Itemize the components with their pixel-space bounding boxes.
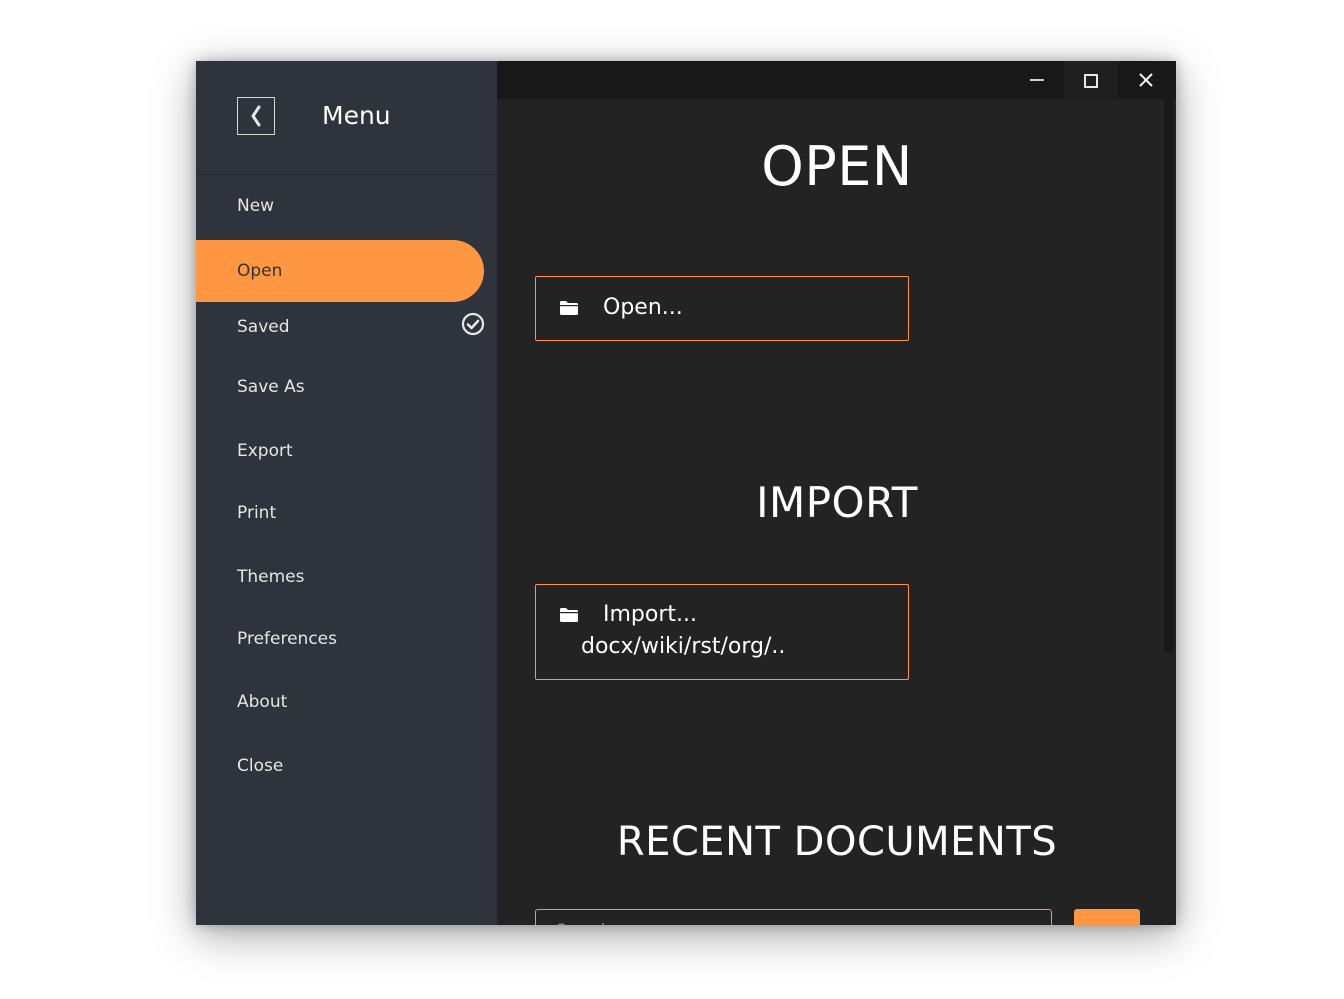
sidebar-item-close[interactable]: Close — [196, 735, 484, 797]
import-button-label: Import... — [603, 602, 697, 627]
back-button[interactable] — [237, 97, 275, 135]
folder-icon — [560, 608, 578, 622]
sidebar-item-themes[interactable]: Themes — [196, 546, 484, 608]
sidebar-item-open[interactable]: Open — [196, 240, 484, 302]
sidebar-item-label: Export — [237, 441, 293, 461]
sidebar-item-print[interactable]: Print — [196, 482, 484, 544]
sidebar-item-preferences[interactable]: Preferences — [196, 608, 484, 670]
open-section-title: OPEN — [761, 135, 913, 198]
recent-documents-title: RECENT DOCUMENTS — [616, 819, 1058, 865]
sidebar-item-label: Close — [237, 756, 284, 776]
sidebar-item-label: Preferences — [237, 629, 337, 649]
sidebar-item-new[interactable]: New — [196, 175, 484, 237]
close-icon — [1139, 73, 1153, 87]
sidebar-item-label: Open — [237, 261, 283, 281]
maximize-button[interactable] — [1064, 61, 1118, 101]
sidebar-item-save-as[interactable]: Save As — [196, 356, 484, 418]
search-button[interactable] — [1074, 909, 1140, 925]
sidebar-item-export[interactable]: Export — [196, 420, 484, 482]
sidebar-item-label: Themes — [237, 567, 305, 587]
title-bar — [497, 61, 1176, 101]
maximize-icon — [1084, 74, 1098, 88]
sidebar-item-label: New — [237, 196, 275, 216]
sidebar-item-label: Save As — [237, 377, 305, 397]
menu-title: Menu — [322, 101, 391, 130]
check-circle-icon — [461, 312, 485, 336]
chevron-left-icon — [251, 105, 261, 127]
sidebar-item-about[interactable]: About — [196, 671, 484, 733]
import-button-formats: docx/wiki/rst/org/.. — [581, 634, 786, 659]
close-window-button[interactable] — [1119, 61, 1173, 99]
app-window: Menu New Open Saved Save As Export Print… — [196, 61, 1176, 925]
minimize-button[interactable] — [1010, 61, 1064, 99]
import-file-button[interactable]: Import... docx/wiki/rst/org/.. — [535, 584, 909, 680]
open-file-button[interactable]: Open... — [535, 276, 909, 341]
sidebar-menu: Menu New Open Saved Save As Export Print… — [196, 61, 497, 925]
sidebar-item-saved[interactable]: Saved — [196, 296, 484, 358]
folder-icon — [560, 301, 578, 315]
sidebar-item-label: Print — [237, 503, 277, 523]
sidebar-item-label: About — [237, 692, 288, 712]
import-section-title: IMPORT — [756, 478, 918, 527]
minimize-icon — [1030, 79, 1044, 81]
recent-search-input[interactable] — [535, 909, 1052, 925]
open-button-label: Open... — [603, 295, 683, 320]
sidebar-item-label: Saved — [237, 317, 290, 337]
sidebar-header: Menu — [196, 61, 497, 175]
